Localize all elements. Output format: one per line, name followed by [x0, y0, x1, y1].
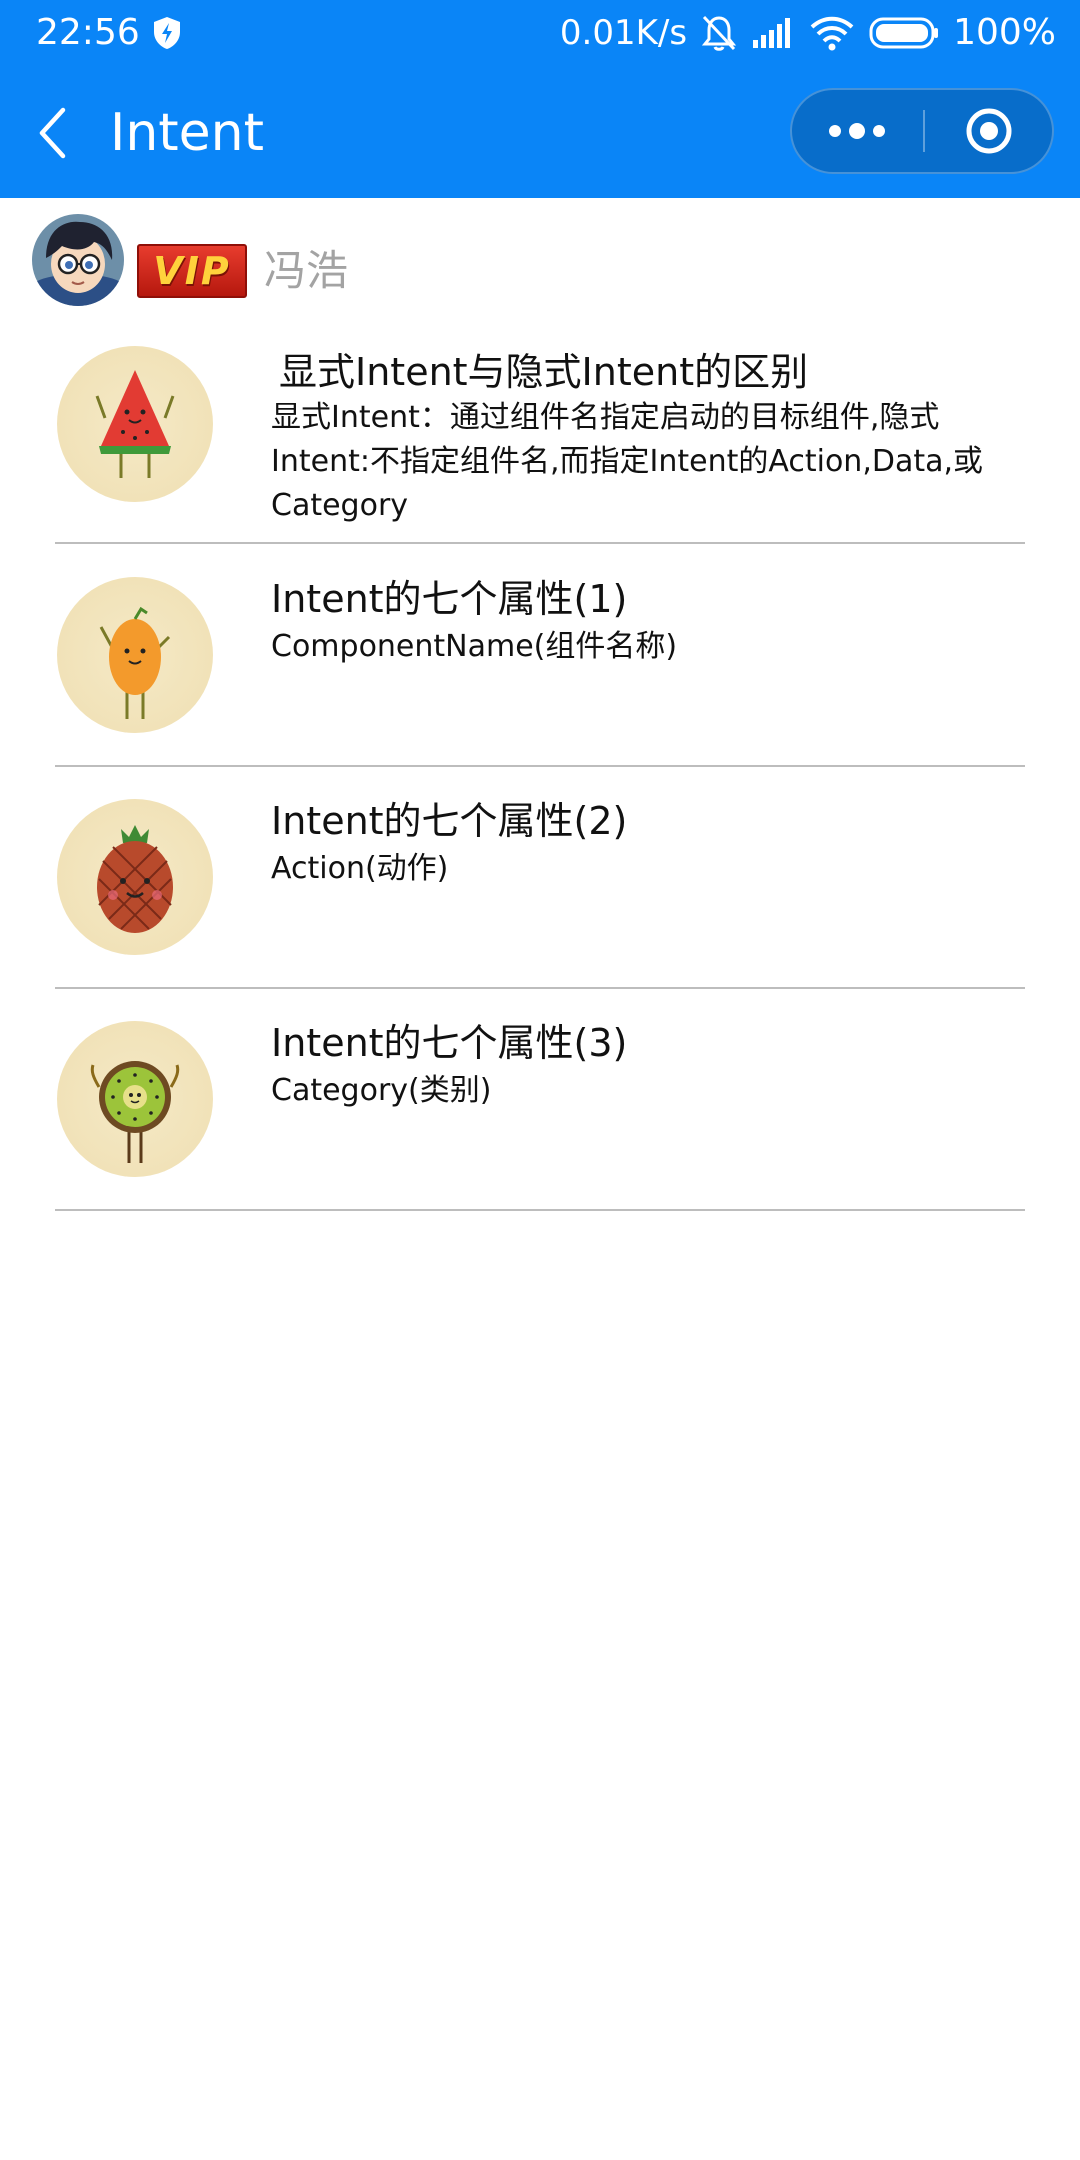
- username: 冯浩: [264, 246, 349, 295]
- item-description: 显式Intent：通过组件名指定启动的目标组件,隐式Intent:不指定组件名,…: [271, 400, 984, 523]
- item-title: Intent的七个属性(1): [271, 577, 628, 621]
- list-item[interactable]: Intent的七个属性(3) Category(类别): [55, 989, 1025, 1211]
- divider: [55, 542, 1025, 544]
- avatar[interactable]: [32, 214, 124, 306]
- mango-character-icon: [57, 577, 213, 733]
- user-row: VIP 冯浩: [32, 214, 1032, 310]
- battery-percent: 100%: [953, 12, 1056, 53]
- wifi-icon: [810, 16, 854, 51]
- target-circle-icon: [966, 108, 1012, 154]
- pineapple-character-icon: [57, 799, 213, 955]
- more-button[interactable]: [792, 90, 922, 172]
- list-item[interactable]: 显式Intent与隐式Intent的区别 显式Intent：通过组件名指定启动的…: [55, 320, 1025, 545]
- close-mini-program-button[interactable]: [925, 90, 1053, 172]
- signal-icon: [753, 18, 791, 48]
- item-description: Category(类别): [271, 1073, 492, 1108]
- vip-badge: VIP: [137, 244, 247, 298]
- item-title: Intent的七个属性(3): [271, 1021, 628, 1065]
- status-right: 0.01K/s 100%: [560, 8, 1056, 58]
- network-speed: 0.01K/s: [559, 13, 688, 53]
- page-title: Intent: [110, 103, 265, 163]
- status-bar: 22:56 0.01K/s 100%: [0, 0, 1080, 66]
- kiwi-character-icon: [57, 1021, 213, 1177]
- item-description: ComponentName(组件名称): [271, 629, 678, 664]
- list-item[interactable]: Intent的七个属性(2) Action(动作): [55, 767, 1025, 989]
- bell-mute-icon: [701, 15, 737, 51]
- nav-bar: Intent: [0, 66, 1080, 198]
- watermelon-character-icon: [57, 346, 213, 502]
- item-title: 显式Intent与隐式Intent的区别: [279, 350, 809, 394]
- avatar-image: [32, 214, 124, 306]
- mini-program-capsule: [790, 88, 1054, 174]
- divider: [55, 1209, 1025, 1211]
- battery-icon: [869, 17, 939, 49]
- item-title: Intent的七个属性(2): [271, 799, 628, 843]
- back-arrow-icon[interactable]: [36, 106, 70, 160]
- status-time: 22:56: [36, 12, 140, 53]
- shield-icon: [154, 17, 180, 49]
- list-item[interactable]: Intent的七个属性(1) ComponentName(组件名称): [55, 545, 1025, 767]
- item-description: Action(动作): [271, 851, 449, 886]
- more-dots-icon: [829, 123, 885, 139]
- top-bar: 22:56 0.01K/s 100% Intent: [0, 0, 1080, 198]
